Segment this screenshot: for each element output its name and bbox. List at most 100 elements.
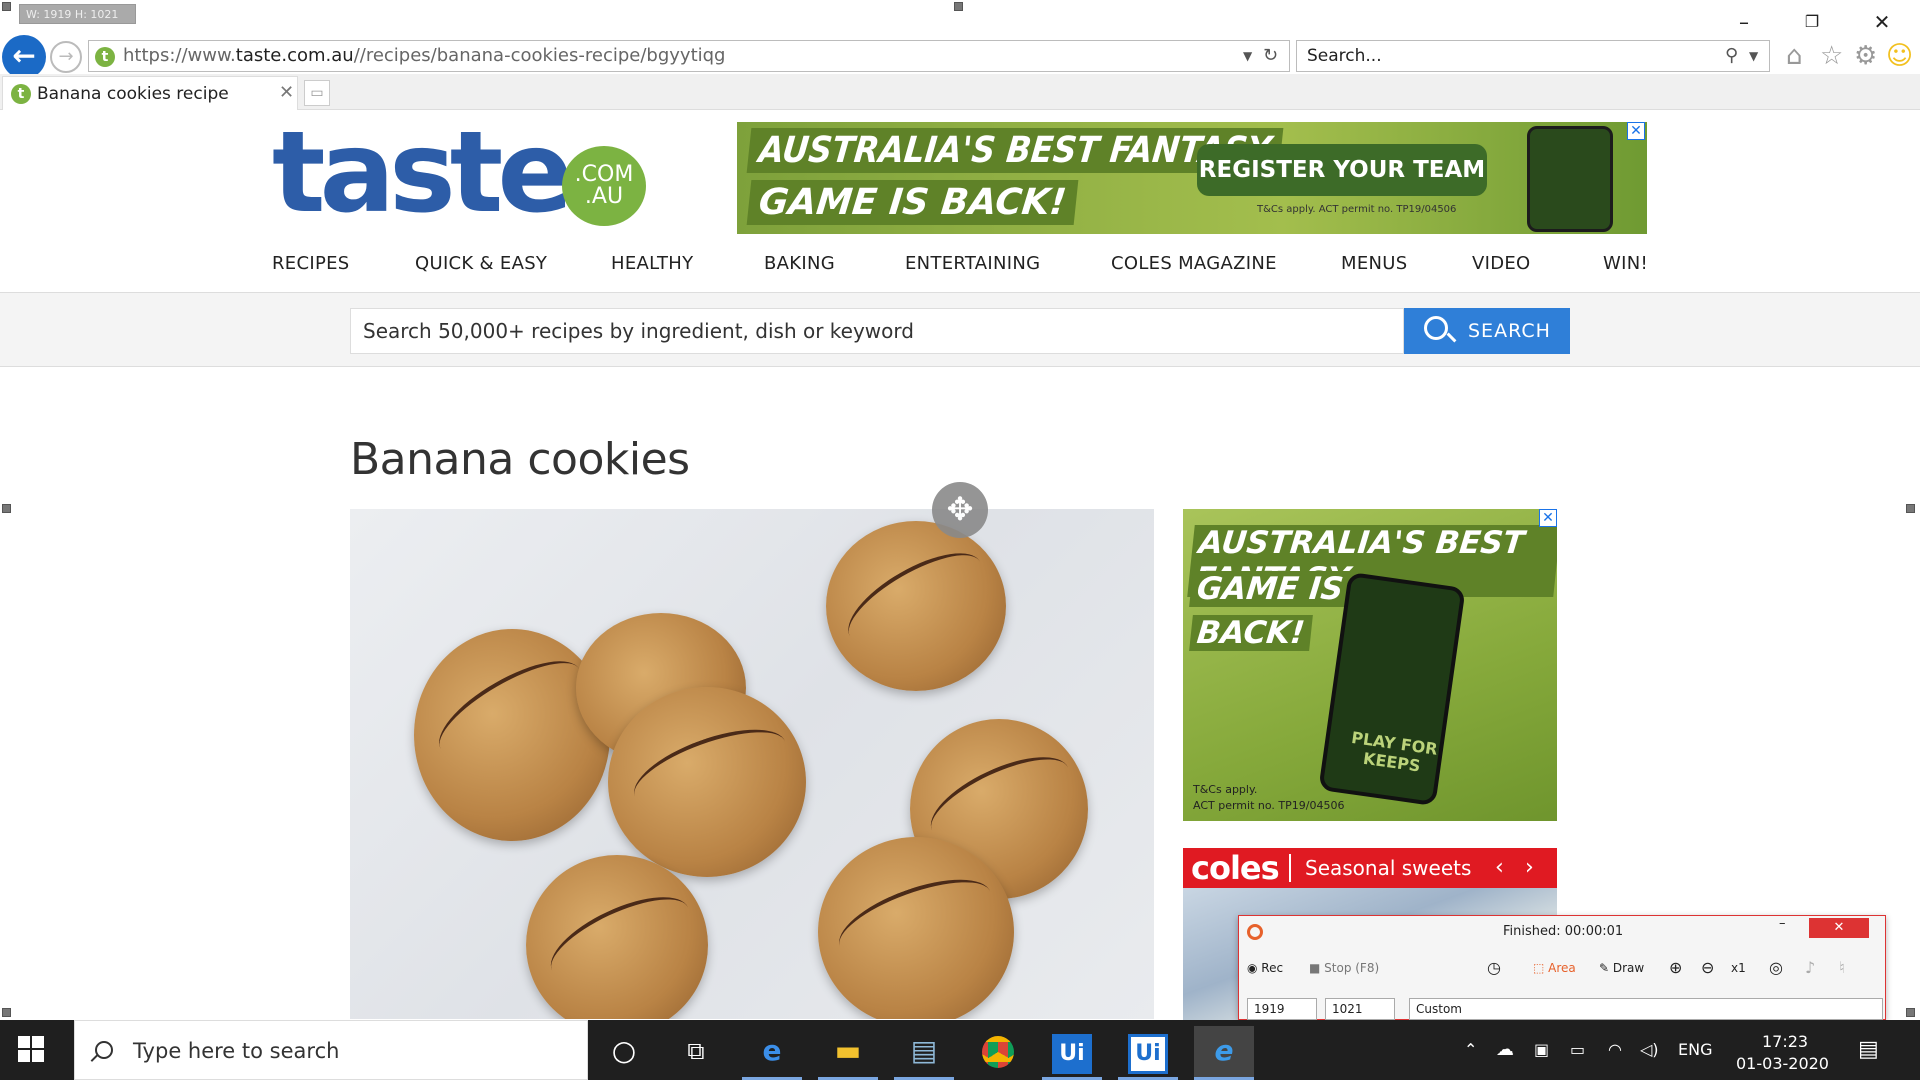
resize-handle[interactable]	[2, 2, 11, 11]
close-ad-icon[interactable]: ✕	[1539, 509, 1557, 527]
resize-handle[interactable]	[2, 1008, 11, 1017]
arrow-left-icon: ←	[12, 39, 36, 72]
timer-icon[interactable]: ◷	[1487, 960, 1501, 976]
chrome-icon[interactable]	[968, 1026, 1028, 1080]
taskbar: Type here to search ○ ⧉ e ▬ ▤ Ui Ui e ⌃ …	[0, 1020, 1920, 1080]
search-button[interactable]: SEARCH	[1404, 308, 1570, 354]
resize-handle[interactable]	[1906, 504, 1915, 513]
clock-time[interactable]: 17:23	[1762, 1032, 1808, 1051]
refresh-icon[interactable]: ↻	[1263, 44, 1278, 68]
resize-handle[interactable]	[1906, 1008, 1915, 1017]
tab-title: Banana cookies recipe	[37, 84, 229, 104]
side-ad[interactable]: AUSTRALIA'S BEST FANTASY GAME IS BACK! P…	[1183, 509, 1557, 821]
uipath-studio-icon[interactable]: Ui	[1042, 1026, 1102, 1080]
browser-search-placeholder: Search...	[1307, 46, 1382, 66]
tab-strip: t Banana cookies recipe ✕ ▭	[0, 74, 1920, 110]
taste-logo[interactable]: taste	[272, 117, 573, 229]
pencil-icon: ✎	[1599, 961, 1613, 975]
internet-explorer-icon[interactable]: e	[1194, 1026, 1254, 1080]
wifi-icon[interactable]: ◠	[1608, 1020, 1622, 1080]
move-icon[interactable]: ✥	[932, 482, 988, 538]
close-ad-icon[interactable]: ✕	[1627, 122, 1645, 140]
height-field[interactable]: 1021	[1325, 998, 1395, 1020]
minimize-button[interactable]: –	[1724, 8, 1764, 36]
screen-recorder-panel: Finished: 00:00:01 – ✕ ◉ Rec ■ Stop (F8)…	[1238, 915, 1886, 1020]
coles-widget-title: Seasonal sweets	[1305, 856, 1472, 880]
gear-icon[interactable]: ⚙	[1854, 42, 1877, 70]
task-view-icon[interactable]: ⧉	[666, 1026, 726, 1080]
favorites-star-icon[interactable]: ☆	[1820, 42, 1843, 70]
recipe-search-input[interactable]: Search 50,000+ recipes by ingredient, di…	[350, 308, 1404, 354]
browser-search-box[interactable]: Search... ⚲ ▼	[1296, 40, 1770, 72]
chevron-left-icon[interactable]: ‹	[1495, 848, 1504, 888]
language-indicator[interactable]: ENG	[1678, 1020, 1712, 1080]
onedrive-cloud-icon[interactable]: ☁	[1496, 1020, 1514, 1080]
taskbar-search-box[interactable]: Type here to search	[74, 1020, 588, 1080]
nav-coles-magazine[interactable]: COLES MAGAZINE	[1111, 252, 1277, 276]
nav-video[interactable]: VIDEO	[1472, 252, 1531, 276]
area-button[interactable]: ⬚ Area	[1533, 960, 1576, 976]
resize-handle[interactable]	[954, 2, 963, 11]
dropdown-icon[interactable]: ▼	[1749, 44, 1758, 68]
notification-icon[interactable]: ▤	[1858, 1020, 1879, 1080]
webcam-icon[interactable]: ◎	[1769, 960, 1783, 976]
nav-win[interactable]: WIN!	[1603, 252, 1648, 276]
close-tab-icon[interactable]: ✕	[279, 77, 294, 109]
show-hidden-icons-chevron-icon[interactable]: ⌃	[1464, 1020, 1477, 1080]
uipath-robot-icon[interactable]: Ui	[1118, 1026, 1178, 1080]
volume-icon[interactable]: ◁)	[1640, 1020, 1659, 1080]
rec-button[interactable]: ◉ Rec	[1247, 960, 1283, 976]
phone-graphic: PLAY FOR KEEPS	[1318, 571, 1466, 807]
cortana-icon[interactable]: ○	[594, 1026, 654, 1080]
tab-active[interactable]: t Banana cookies recipe ✕	[2, 76, 298, 110]
restore-button[interactable]: ❐	[1792, 8, 1832, 36]
uipath-logo: Ui	[1052, 1034, 1092, 1074]
zoom-in-icon[interactable]: ⊕	[1669, 960, 1682, 976]
resize-handle[interactable]	[2, 504, 11, 513]
chevron-right-icon[interactable]: ›	[1525, 848, 1534, 888]
security-icon[interactable]: ▣	[1534, 1020, 1549, 1080]
area-label: Area	[1548, 961, 1576, 975]
search-icon	[1424, 316, 1448, 340]
battery-icon[interactable]: ▭	[1570, 1020, 1585, 1080]
address-bar[interactable]: t https://www.taste.com.au//recipes/bana…	[88, 40, 1290, 72]
smiley-feedback-icon[interactable]: ☺	[1886, 42, 1913, 70]
nav-entertaining[interactable]: ENTERTAINING	[905, 252, 1040, 276]
nav-quick-easy[interactable]: QUICK & EASY	[415, 252, 547, 276]
coles-widget-header: coles Seasonal sweets ‹ ›	[1183, 848, 1557, 888]
home-icon[interactable]: ⌂	[1786, 42, 1803, 70]
stop-button[interactable]: ■ Stop (F8)	[1309, 960, 1379, 976]
search-icon[interactable]: ⚲	[1725, 44, 1738, 68]
page-title: Banana cookies	[350, 434, 690, 485]
windows-start-icon[interactable]	[18, 1036, 46, 1064]
file-explorer-icon[interactable]: ▬	[818, 1026, 878, 1080]
new-tab-button[interactable]: ▭	[304, 80, 330, 106]
forward-button[interactable]: →	[50, 41, 82, 73]
url-text[interactable]: https://www.taste.com.au//recipes/banana…	[123, 41, 725, 71]
clock-date[interactable]: 01-03-2020	[1736, 1054, 1829, 1073]
task-manager-icon[interactable]: ▤	[894, 1026, 954, 1080]
width-field[interactable]: 1919	[1247, 998, 1317, 1020]
draw-button[interactable]: ✎ Draw	[1599, 960, 1644, 976]
dropdown-icon[interactable]: ▼	[1243, 44, 1252, 68]
banner-headline-2: GAME IS BACK!	[746, 180, 1079, 225]
nav-menus[interactable]: MENUS	[1341, 252, 1407, 276]
speaker-icon[interactable]: ♪	[1805, 960, 1815, 976]
recorder-close-button[interactable]: ✕	[1809, 918, 1869, 938]
edge-icon[interactable]: e	[742, 1026, 802, 1080]
register-team-button[interactable]: REGISTER YOUR TEAM	[1197, 144, 1487, 196]
recorder-minimize-button[interactable]: –	[1779, 916, 1786, 931]
preset-select[interactable]: Custom	[1409, 998, 1883, 1020]
back-button[interactable]: ←	[2, 35, 46, 79]
stop-label: Stop (F8)	[1324, 961, 1380, 975]
coles-logo[interactable]: coles	[1191, 848, 1280, 888]
nav-healthy[interactable]: HEALTHY	[611, 252, 693, 276]
microphone-icon[interactable]: ♮	[1839, 960, 1845, 976]
arrow-right-icon: →	[58, 46, 74, 67]
close-window-button[interactable]: ✕	[1862, 8, 1902, 36]
phone-graphic	[1527, 126, 1613, 232]
nav-baking[interactable]: BAKING	[764, 252, 835, 276]
nav-recipes[interactable]: RECIPES	[272, 252, 350, 276]
zoom-out-icon[interactable]: ⊖	[1701, 960, 1714, 976]
banner-ad[interactable]: AUSTRALIA'S BEST FANTASY GAME IS BACK! R…	[737, 122, 1647, 234]
